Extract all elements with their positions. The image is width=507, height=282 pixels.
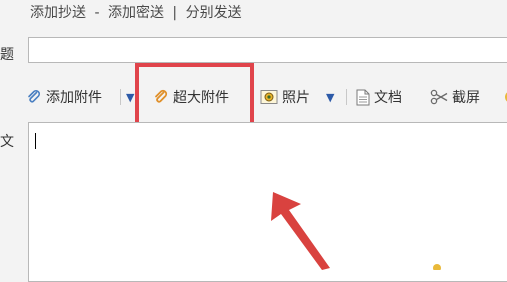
annotation-arrow [271, 192, 441, 270]
partial-icon [433, 264, 441, 270]
